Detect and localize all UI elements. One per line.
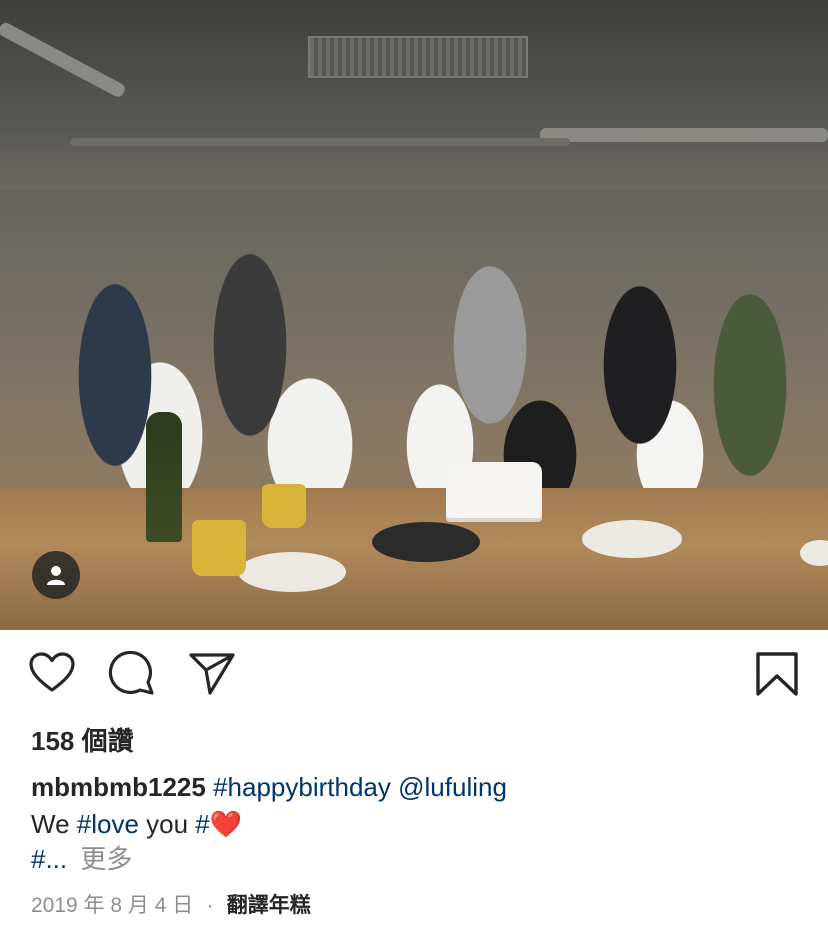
hashtag-symbol: # [195, 809, 210, 839]
photo-plate [582, 520, 682, 558]
heart-emoji: ❤️ [209, 809, 243, 839]
likes-count[interactable]: 158 個讚 [31, 725, 134, 757]
photo-plate [372, 522, 480, 562]
bookmark-icon[interactable] [754, 650, 800, 698]
caption-text-we: We [31, 809, 77, 839]
caption-text-you: you [138, 809, 196, 839]
photo-bottle [146, 412, 182, 542]
post-photo[interactable] [0, 0, 828, 630]
photo-cup [192, 520, 246, 576]
caption-line-3: #... 更多 [31, 843, 132, 875]
hashtag-happybirthday[interactable]: #happybirthday [213, 772, 391, 802]
post-actions [0, 650, 828, 706]
hashtag-love[interactable]: #love [77, 809, 139, 839]
photo-plate [238, 552, 346, 592]
photo-cup [262, 484, 306, 528]
mention-lufuling[interactable]: @lufuling [398, 772, 507, 802]
caption-line-2: We #love you #❤️ [31, 808, 242, 840]
footer-separator: · [206, 894, 214, 917]
hashtag-heart[interactable]: #❤️ [195, 809, 242, 839]
person-icon [47, 566, 65, 585]
translate-button[interactable]: 翻譯年糕 [227, 894, 311, 917]
caption-line-1: mbmbmb1225 #happybirthday @lufuling [31, 771, 507, 803]
photo-cake [446, 462, 542, 518]
post-footer: 2019 年 8 月 4 日 · 翻譯年糕 [31, 887, 311, 922]
more-link[interactable]: 更多 [80, 844, 132, 874]
caption-username[interactable]: mbmbmb1225 [31, 772, 206, 802]
comment-icon[interactable] [108, 650, 156, 698]
photo-people [20, 175, 820, 505]
hashtag-truncated[interactable]: #... [31, 844, 67, 874]
photo-ceiling [0, 0, 828, 190]
send-icon[interactable] [188, 650, 236, 698]
heart-icon[interactable] [28, 650, 76, 698]
photo-pipe [70, 138, 570, 146]
photo-vent [308, 36, 528, 78]
tagged-people-button[interactable] [32, 551, 80, 599]
post-date: 2019 年 8 月 4 日 [31, 894, 194, 917]
photo-pipe [540, 128, 828, 142]
